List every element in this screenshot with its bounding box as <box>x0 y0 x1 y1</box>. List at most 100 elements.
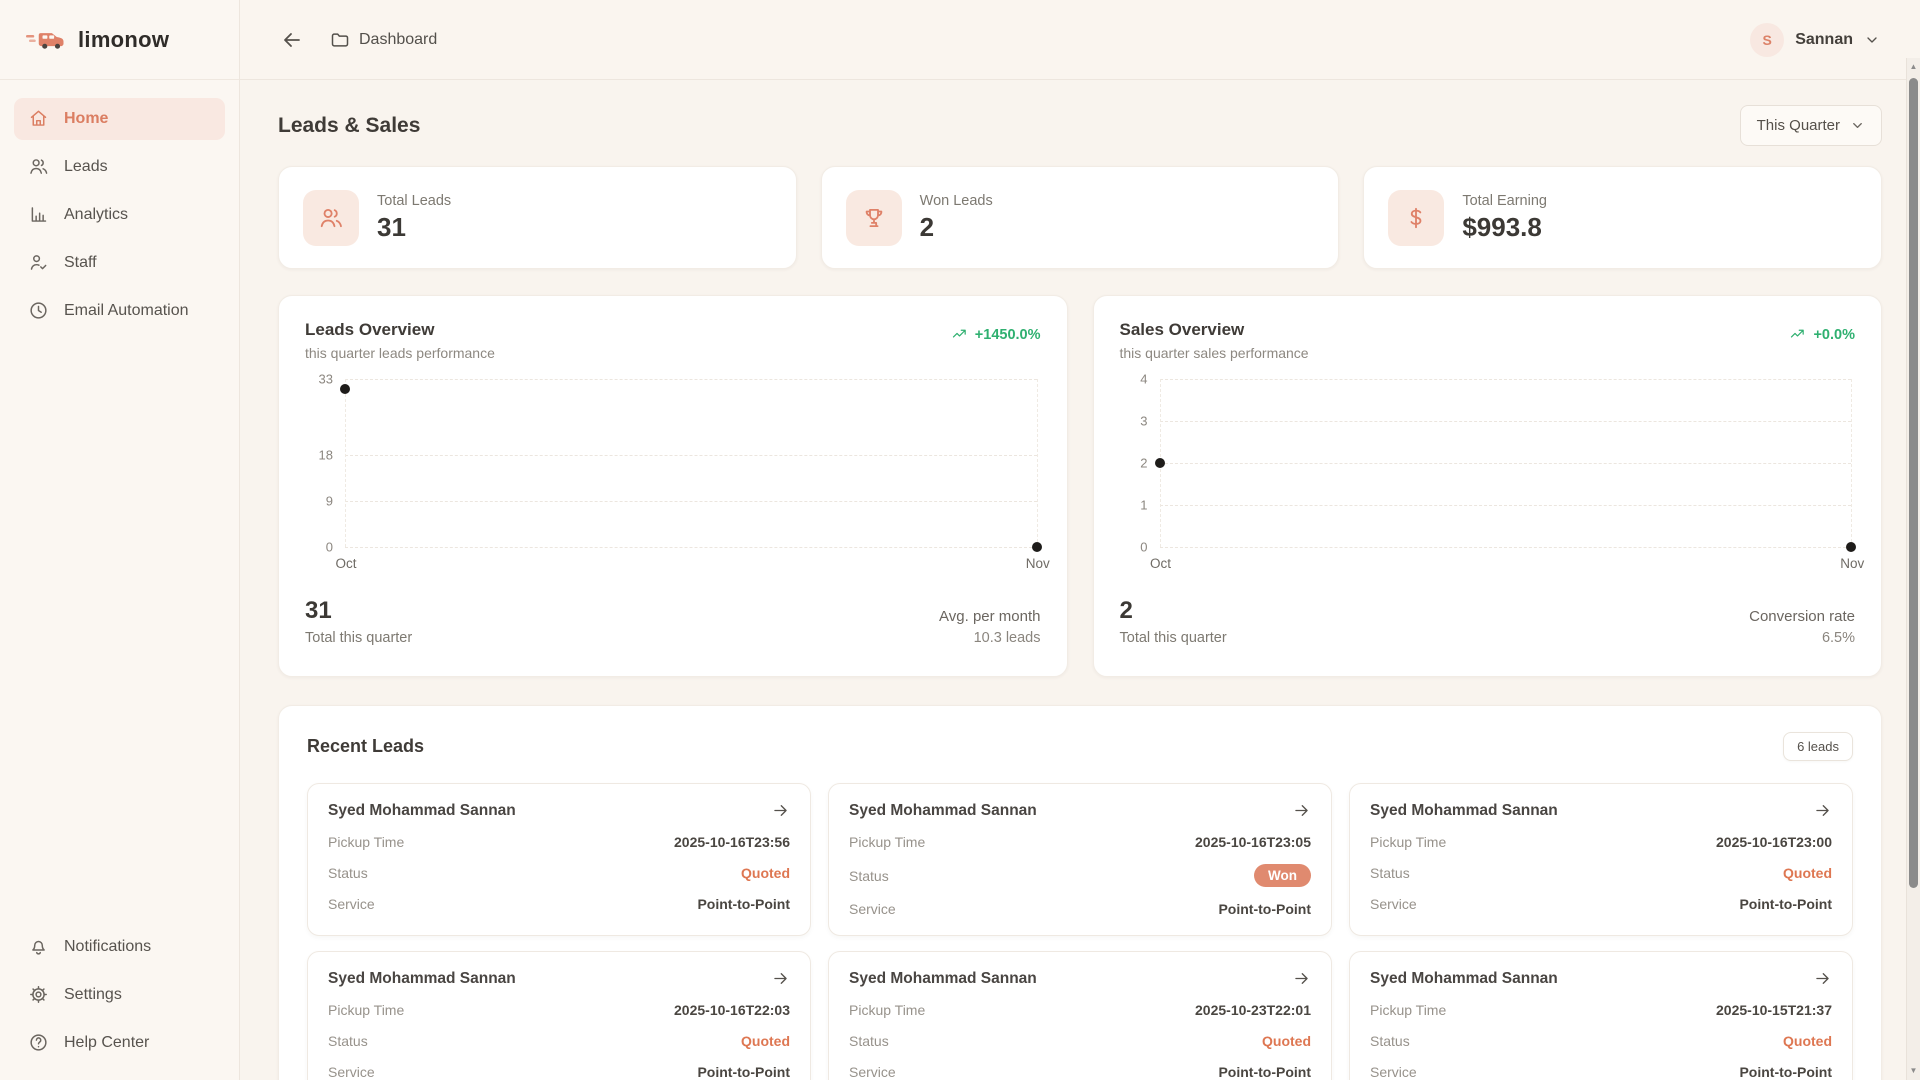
chart-secondary-value: 6.5% <box>1749 630 1855 646</box>
lead-card[interactable]: Syed Mohammad Sannan Pickup Time 2025-10… <box>307 951 811 1080</box>
user-menu[interactable]: S Sannan <box>1750 23 1880 57</box>
back-button[interactable] <box>280 26 308 54</box>
chart-secondary-value: 10.3 leads <box>939 630 1040 646</box>
charts-row: Leads Overview this quarter leads perfor… <box>278 295 1882 677</box>
recent-leads-title: Recent Leads <box>307 736 424 757</box>
app-logo[interactable]: limonow <box>0 0 239 80</box>
sidebar-item-analytics[interactable]: Analytics <box>14 194 225 236</box>
trend-badge: +1450.0% <box>951 326 1041 343</box>
status-badge: Quoted <box>1783 865 1832 881</box>
pickup-time-value: 2025-10-16T23:00 <box>1716 834 1832 850</box>
sidebar-item-label: Home <box>64 110 108 128</box>
lead-card[interactable]: Syed Mohammad Sannan Pickup Time 2025-10… <box>1349 783 1853 936</box>
folder-icon <box>330 30 350 50</box>
recent-leads-section: Recent Leads 6 leads Syed Mohammad Sanna… <box>278 705 1882 1080</box>
sidebar-item-staff[interactable]: Staff <box>14 242 225 284</box>
sidebar-item-leads[interactable]: Leads <box>14 146 225 188</box>
field-label-pickup-time: Pickup Time <box>849 834 925 850</box>
arrow-right-icon[interactable] <box>1813 969 1832 988</box>
lead-card[interactable]: Syed Mohammad Sannan Pickup Time 2025-10… <box>307 783 811 936</box>
gridline <box>1160 421 1852 422</box>
sidebar-item-label: Analytics <box>64 206 128 224</box>
x-tick-label: Oct <box>336 556 357 571</box>
limo-logo-icon <box>26 28 68 51</box>
dollar-icon <box>1388 190 1444 246</box>
status-badge: Quoted <box>1783 1033 1832 1049</box>
pickup-time-value: 2025-10-16T23:05 <box>1195 834 1311 850</box>
gridline <box>1160 463 1852 464</box>
service-value: Point-to-Point <box>1218 901 1311 917</box>
arrow-right-icon[interactable] <box>1292 801 1311 820</box>
gridline <box>1037 379 1038 547</box>
sidebar-item-home[interactable]: Home <box>14 98 225 140</box>
scroll-down-arrow[interactable]: ▼ <box>1907 1064 1920 1078</box>
lead-card[interactable]: Syed Mohammad Sannan Pickup Time 2025-10… <box>1349 951 1853 1080</box>
gridline <box>1160 547 1852 548</box>
lead-name: Syed Mohammad Sannan <box>849 970 1037 988</box>
lead-name: Syed Mohammad Sannan <box>328 970 516 988</box>
period-filter-select[interactable]: This Quarter <box>1740 105 1882 146</box>
data-point-oct[interactable] <box>1155 458 1165 468</box>
arrow-right-icon[interactable] <box>771 969 790 988</box>
people-icon <box>303 190 359 246</box>
email-automation-icon <box>28 300 50 322</box>
pickup-time-value: 2025-10-16T22:03 <box>674 1002 790 1018</box>
sidebar-item-settings[interactable]: Settings <box>14 974 225 1016</box>
lead-card[interactable]: Syed Mohammad Sannan Pickup Time 2025-10… <box>828 951 1332 1080</box>
field-label-status: Status <box>849 1033 889 1049</box>
sidebar-item-label: Help Center <box>64 1034 149 1052</box>
field-label-service: Service <box>1370 896 1417 912</box>
breadcrumb-label: Dashboard <box>359 31 437 49</box>
sidebar-item-label: Staff <box>64 254 97 272</box>
staff-icon <box>28 252 50 274</box>
field-label-pickup-time: Pickup Time <box>328 1002 404 1018</box>
field-label-pickup-time: Pickup Time <box>1370 834 1446 850</box>
analytics-icon <box>28 204 50 226</box>
stat-card-total-earning: Total Earning $993.8 <box>1363 166 1882 269</box>
arrow-right-icon[interactable] <box>771 801 790 820</box>
status-badge: Quoted <box>741 865 790 881</box>
field-label-pickup-time: Pickup Time <box>328 834 404 850</box>
user-name: Sannan <box>1795 31 1853 49</box>
scrollbar[interactable]: ▲ ▼ <box>1906 58 1920 1080</box>
stat-label: Total Leads <box>377 193 451 209</box>
arrow-right-icon[interactable] <box>1813 801 1832 820</box>
chart-total-label: Total this quarter <box>305 630 412 646</box>
sidebar-item-help-center[interactable]: Help Center <box>14 1022 225 1064</box>
home-icon <box>28 108 50 130</box>
scroll-up-arrow[interactable]: ▲ <box>1907 60 1920 74</box>
stat-label: Won Leads <box>920 193 993 209</box>
data-point-oct[interactable] <box>340 384 350 394</box>
stat-value: $993.8 <box>1462 212 1547 243</box>
y-tick-label: 33 <box>319 372 333 387</box>
y-tick-label: 9 <box>326 494 333 509</box>
chart-title: Leads Overview <box>305 320 495 340</box>
sidebar-item-label: Leads <box>64 158 108 176</box>
data-point-nov[interactable] <box>1846 542 1856 552</box>
sidebar-item-notifications[interactable]: Notifications <box>14 926 225 968</box>
field-label-status: Status <box>328 865 368 881</box>
stat-card-won-leads: Won Leads 2 <box>821 166 1340 269</box>
chart-total-value: 31 <box>305 597 412 625</box>
lead-name: Syed Mohammad Sannan <box>1370 802 1558 820</box>
field-label-service: Service <box>1370 1064 1417 1080</box>
scrollbar-thumb[interactable] <box>1909 78 1918 888</box>
arrow-right-icon[interactable] <box>1292 969 1311 988</box>
help-icon <box>28 1032 50 1054</box>
main-content: Leads & Sales This Quarter Total Leads 3… <box>240 81 1920 1080</box>
sidebar-item-label: Email Automation <box>64 302 189 320</box>
stats-row: Total Leads 31 Won Leads 2 Total Earning… <box>278 166 1882 269</box>
stat-value: 31 <box>377 212 451 243</box>
chart-total-value: 2 <box>1120 597 1227 625</box>
sidebar-footer-nav: Notifications Settings Help Center <box>0 926 239 1080</box>
trend-up-icon <box>951 326 968 343</box>
breadcrumb[interactable]: Dashboard <box>330 30 437 50</box>
service-value: Point-to-Point <box>697 896 790 912</box>
y-tick-label: 2 <box>1140 456 1147 471</box>
y-tick-label: 0 <box>1140 540 1147 555</box>
y-tick-label: 1 <box>1140 498 1147 513</box>
data-point-nov[interactable] <box>1032 542 1042 552</box>
lead-card[interactable]: Syed Mohammad Sannan Pickup Time 2025-10… <box>828 783 1332 936</box>
gridline <box>345 379 1037 380</box>
sidebar-item-email-automation[interactable]: Email Automation <box>14 290 225 332</box>
